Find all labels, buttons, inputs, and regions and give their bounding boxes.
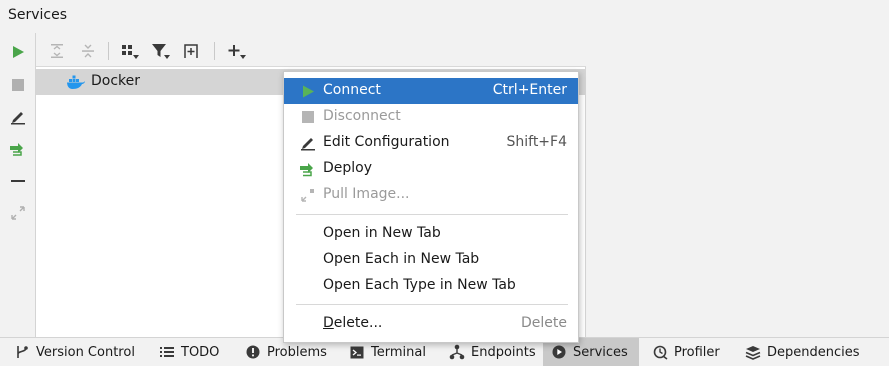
tab-dependencies[interactable]: Dependencies bbox=[737, 338, 868, 366]
branch-icon bbox=[14, 344, 30, 360]
play-icon bbox=[299, 83, 317, 99]
menu-separator bbox=[296, 214, 568, 215]
menu-item-shortcut: Shift+F4 bbox=[506, 134, 567, 150]
pull-image-icon bbox=[299, 187, 317, 203]
menu-item-label: Edit Configuration bbox=[323, 134, 450, 150]
new-tab-icon[interactable] bbox=[181, 41, 203, 61]
tab-label: Problems bbox=[267, 344, 327, 360]
tab-label: Dependencies bbox=[767, 344, 860, 360]
add-icon[interactable] bbox=[226, 41, 248, 61]
deploy-icon bbox=[299, 161, 317, 177]
tab-label: Terminal bbox=[371, 344, 426, 360]
left-action-toolbar bbox=[0, 33, 36, 337]
expand-arrows-icon[interactable] bbox=[8, 203, 28, 223]
filter-icon[interactable] bbox=[150, 41, 172, 61]
menu-item-deploy[interactable]: Deploy bbox=[284, 156, 578, 182]
docker-icon bbox=[66, 74, 86, 90]
tab-version-control[interactable]: Version Control bbox=[6, 338, 143, 366]
terminal-icon bbox=[349, 344, 365, 360]
menu-item-open-each-type-in-new-tab[interactable]: Open Each Type in New Tab bbox=[284, 273, 578, 299]
tab-profiler[interactable]: Profiler bbox=[644, 338, 728, 366]
menu-item-disconnect[interactable]: Disconnect bbox=[284, 104, 578, 130]
menu-item-label: Delete... bbox=[323, 315, 383, 331]
alert-icon bbox=[245, 344, 261, 360]
tool-window-title: Services bbox=[8, 7, 68, 23]
context-menu: Connect Ctrl+Enter Disconnect Edit Confi… bbox=[283, 71, 579, 343]
pencil-icon bbox=[299, 135, 317, 151]
menu-item-label: Deploy bbox=[323, 160, 373, 176]
tab-label: Profiler bbox=[674, 344, 720, 360]
menu-item-delete[interactable]: Delete... Delete bbox=[284, 311, 578, 337]
menu-item-label: Open in New Tab bbox=[323, 225, 441, 241]
menu-item-label: Open Each Type in New Tab bbox=[323, 277, 516, 293]
tab-label: TODO bbox=[181, 344, 220, 360]
menu-item-label: Connect bbox=[323, 82, 381, 98]
run-icon[interactable] bbox=[8, 42, 28, 62]
tab-label: Version Control bbox=[36, 344, 135, 360]
collapse-all-icon[interactable] bbox=[77, 41, 99, 61]
profiler-icon bbox=[652, 344, 668, 360]
menu-item-open-in-new-tab[interactable]: Open in New Tab bbox=[284, 221, 578, 247]
menu-item-connect[interactable]: Connect Ctrl+Enter bbox=[284, 78, 578, 104]
tab-label: Endpoints bbox=[471, 344, 536, 360]
services-toolbar bbox=[36, 33, 586, 67]
menu-item-shortcut: Ctrl+Enter bbox=[492, 82, 567, 98]
tool-window-header: Services bbox=[0, 0, 889, 33]
edit-icon[interactable] bbox=[8, 107, 28, 127]
dependencies-icon bbox=[745, 344, 761, 360]
tab-label: Services bbox=[573, 344, 628, 360]
stop-icon[interactable] bbox=[8, 75, 28, 95]
menu-item-pull-image[interactable]: Pull Image... bbox=[284, 182, 578, 208]
menu-item-open-each-in-new-tab[interactable]: Open Each in New Tab bbox=[284, 247, 578, 273]
group-by-icon[interactable] bbox=[119, 41, 141, 61]
menu-item-label: Open Each in New Tab bbox=[323, 251, 480, 267]
menu-item-label: Disconnect bbox=[323, 108, 401, 124]
tree-item-label: Docker bbox=[91, 73, 141, 89]
list-icon bbox=[159, 344, 175, 360]
expand-all-icon[interactable] bbox=[46, 41, 68, 61]
collapse-minus-icon[interactable] bbox=[8, 171, 28, 191]
deploy-icon[interactable] bbox=[8, 139, 28, 159]
menu-item-edit-configuration[interactable]: Edit Configuration Shift+F4 bbox=[284, 130, 578, 156]
details-pane bbox=[587, 33, 889, 337]
tab-todo[interactable]: TODO bbox=[151, 338, 227, 366]
menu-separator bbox=[296, 304, 568, 305]
menu-item-shortcut: Delete bbox=[521, 315, 567, 331]
services-icon bbox=[551, 344, 567, 360]
endpoints-icon bbox=[449, 344, 465, 360]
stop-icon bbox=[299, 109, 317, 125]
menu-item-label: Pull Image... bbox=[323, 186, 410, 202]
